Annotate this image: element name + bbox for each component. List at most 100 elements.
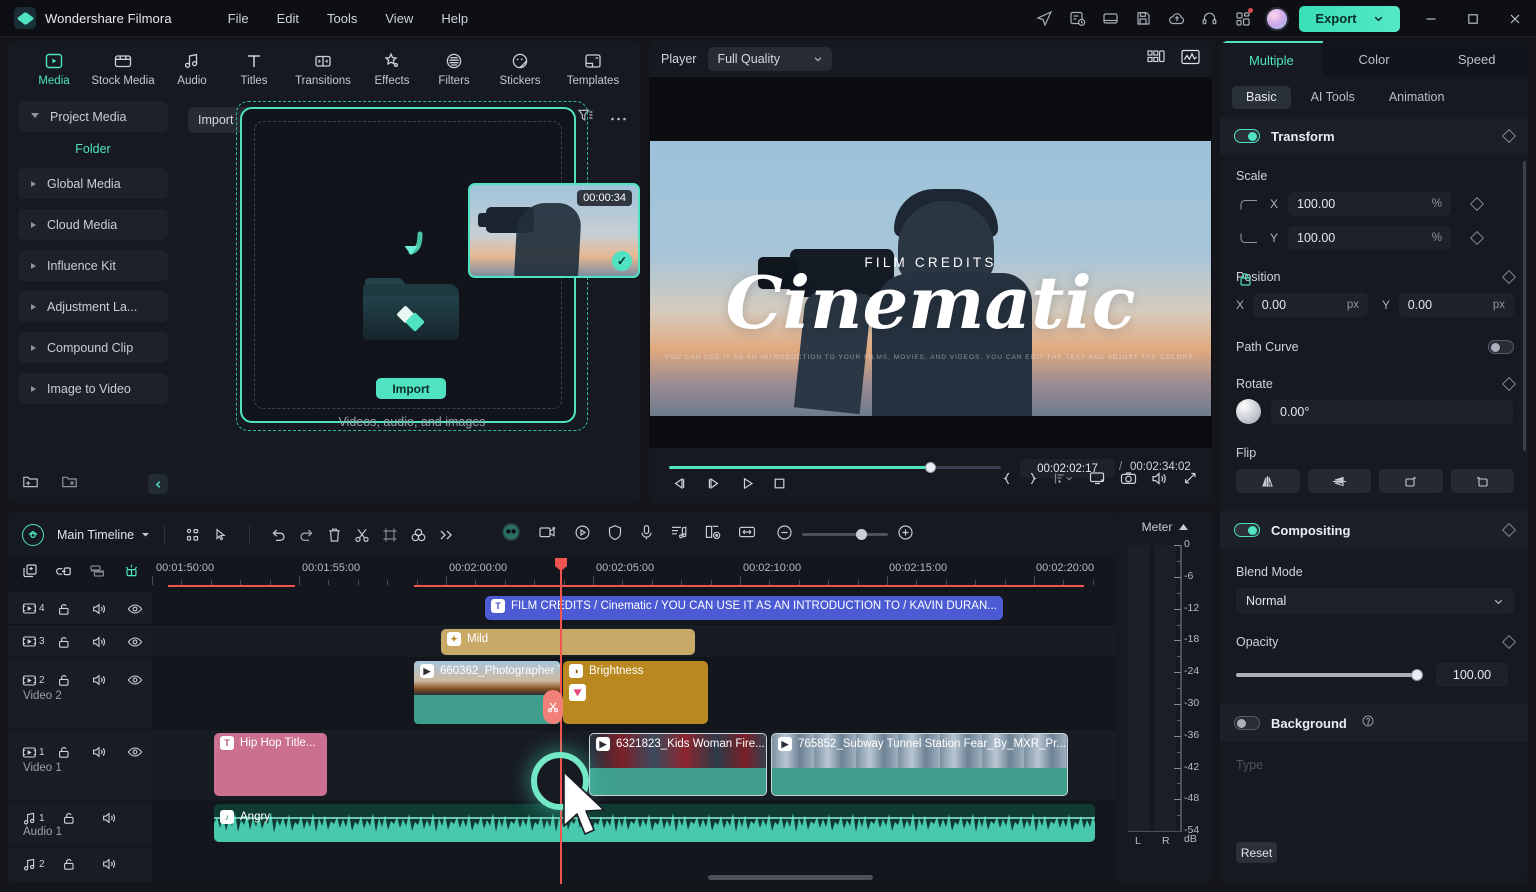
beat-detect-icon[interactable] [670, 524, 688, 545]
position-keyframe-icon[interactable] [1501, 269, 1517, 285]
ai-mask-icon[interactable] [500, 521, 522, 548]
duplicate-icon[interactable] [22, 563, 38, 584]
timeline-name[interactable]: Main Timeline [57, 528, 134, 542]
tab-multiple[interactable]: Multiple [1220, 41, 1323, 77]
properties-scrollbar[interactable] [1523, 161, 1526, 451]
category-stock-media[interactable]: Stock Media [86, 51, 160, 87]
sidebar-item-compound-clip[interactable]: Compound Clip [18, 332, 168, 363]
mark-in-icon[interactable] [1001, 471, 1013, 491]
category-templates[interactable]: Templates [556, 51, 630, 87]
category-transitions[interactable]: Transitions [286, 51, 360, 87]
rotate-field[interactable]: 0.00° [1271, 399, 1513, 424]
track-mute-icon[interactable] [92, 745, 117, 759]
rotate-right-icon[interactable] [1379, 469, 1443, 493]
drop-zone-import-button[interactable]: Import [376, 378, 446, 399]
timeline-clip-subway-tunnel[interactable]: ▶ 765852_Subway Tunnel Station Fear_By_M… [771, 733, 1068, 796]
blend-mode-select[interactable]: Normal [1236, 588, 1514, 614]
menu-view[interactable]: View [371, 7, 427, 30]
track-mute-icon[interactable] [102, 811, 132, 825]
minimize-button[interactable] [1410, 0, 1452, 37]
sidebar-item-cloud-media[interactable]: Cloud Media [18, 209, 168, 240]
video-preview[interactable]: FILM CREDITS Cinematic YOU CAN USE IT AS… [650, 141, 1211, 416]
snap-magnet-icon[interactable] [123, 563, 140, 584]
delete-icon[interactable] [320, 523, 348, 547]
mark-out-icon[interactable] [1027, 471, 1039, 491]
fit-timeline-icon[interactable] [738, 524, 756, 545]
timeline-clip-brightness[interactable]: ◑ Brightness [563, 661, 708, 724]
scope-waveform-icon[interactable] [1181, 49, 1200, 70]
category-media[interactable]: Media [24, 51, 84, 87]
track-mute-icon[interactable] [92, 602, 117, 616]
flip-vertical-icon[interactable] [1307, 469, 1371, 493]
grid-view-icon[interactable] [179, 523, 207, 547]
compositing-keyframe-icon[interactable] [1501, 522, 1517, 538]
undo-icon[interactable] [264, 523, 292, 547]
opacity-handle[interactable] [1411, 669, 1423, 681]
pos-y-field[interactable]: 0.00 px [1398, 293, 1514, 317]
quality-select[interactable]: Full Quality [708, 47, 833, 71]
rotate-left-icon[interactable] [1450, 469, 1514, 493]
track-lock-icon[interactable] [57, 673, 82, 687]
track-lock-icon[interactable] [57, 635, 82, 649]
sidebar-item-project-media[interactable]: Project Media [18, 101, 168, 132]
timeline-clip-text[interactable]: T FILM CREDITS / Cinematic / YOU CAN USE… [485, 596, 1003, 620]
next-frame-icon[interactable] [701, 471, 725, 495]
opacity-slider[interactable] [1236, 669, 1423, 681]
seek-slider[interactable] [669, 462, 1001, 473]
transform-toggle[interactable] [1234, 129, 1260, 143]
add-marker-icon[interactable] [1053, 471, 1075, 491]
fullscreen-icon[interactable] [1182, 471, 1198, 491]
track-visibility-icon[interactable] [127, 635, 152, 649]
meter-header[interactable]: Meter [1116, 511, 1214, 543]
markers-icon[interactable] [89, 563, 106, 584]
camera-icon[interactable] [1120, 471, 1137, 491]
timeline-clip-video-photographer[interactable]: ▶ 660362_Photographer Ta... [414, 661, 560, 724]
track-head-video-1[interactable]: 1 Video 1 [8, 730, 152, 802]
timeline-chevron-down-icon[interactable] [141, 526, 150, 544]
stop-icon[interactable] [767, 471, 791, 495]
track-mute-icon[interactable] [92, 673, 117, 687]
timeline-home-icon[interactable] [22, 523, 44, 546]
volume-icon[interactable] [1151, 471, 1168, 491]
screen-icon[interactable] [1094, 2, 1127, 35]
scale-y-keyframe-icon[interactable] [1469, 230, 1485, 246]
track-body-video-1[interactable]: T Hip Hop Title... ▶ 6321823_Kids Woman … [152, 730, 1212, 802]
tab-color[interactable]: Color [1323, 41, 1426, 77]
reset-button[interactable]: Reset [1236, 842, 1277, 863]
more-options-icon[interactable] [610, 109, 627, 127]
zoom-slider[interactable] [802, 529, 889, 540]
background-help-icon[interactable] [1362, 714, 1374, 732]
apps-grid-icon[interactable] [1226, 2, 1259, 35]
media-thumbnail-card[interactable]: 00:00:34 ✓ [468, 183, 640, 278]
play-icon[interactable] [735, 471, 759, 495]
more-chevrons-icon[interactable] [432, 523, 460, 547]
track-head-video-4[interactable]: 4 [8, 592, 152, 625]
timeline-clip-angry-audio[interactable]: ♪ Angry [214, 804, 1095, 842]
opacity-keyframe-icon[interactable] [1501, 634, 1517, 650]
track-head-audio-2[interactable]: 2 [8, 847, 152, 884]
category-filters[interactable]: Filters [424, 51, 484, 87]
timeline-horizontal-scrollbar[interactable] [708, 875, 873, 880]
redo-icon[interactable] [292, 523, 320, 547]
track-body-video-4[interactable]: T FILM CREDITS / Cinematic / YOU CAN USE… [152, 592, 1212, 625]
track-head-audio-1[interactable]: 1 Audio 1 [8, 802, 152, 847]
sidebar-item-global-media[interactable]: Global Media [18, 168, 168, 199]
track-lock-icon[interactable] [57, 602, 82, 616]
track-head-video-3[interactable]: 3 [8, 625, 152, 658]
pos-x-field[interactable]: 0.00 px [1252, 293, 1368, 317]
track-mute-icon[interactable] [102, 857, 132, 871]
split-view-icon[interactable] [1147, 49, 1165, 69]
timeline-clip-effect[interactable]: ✦ Mild [441, 629, 695, 655]
maximize-button[interactable] [1452, 0, 1494, 37]
send-icon[interactable] [1028, 2, 1061, 35]
zoom-in-icon[interactable] [897, 524, 914, 546]
track-head-video-2[interactable]: 2 Video 2 [8, 658, 152, 730]
link-icon[interactable] [55, 563, 72, 584]
flip-horizontal-icon[interactable] [1236, 469, 1300, 493]
track-body-audio-2[interactable] [152, 847, 1212, 884]
timeline-clip-kids-woman-fire[interactable]: ▶ 6321823_Kids Woman Fire... [589, 733, 767, 796]
split-scissors-icon[interactable] [348, 523, 376, 547]
scale-y-field[interactable]: 100.00 % [1288, 226, 1451, 250]
green-screen-icon[interactable] [704, 524, 722, 546]
prev-frame-icon[interactable] [667, 471, 691, 495]
